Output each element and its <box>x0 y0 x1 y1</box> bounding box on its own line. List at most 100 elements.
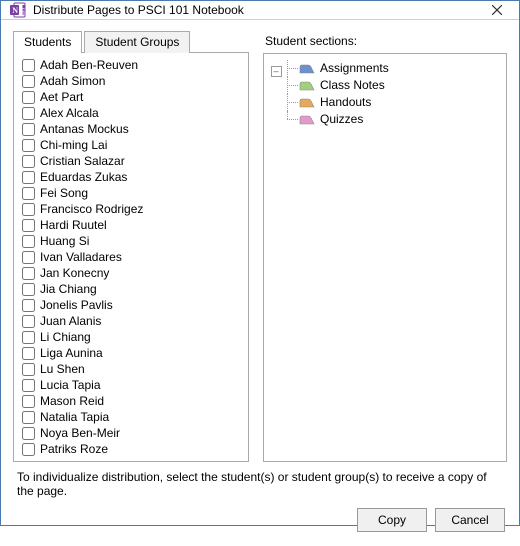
student-name: Aet Part <box>40 89 83 105</box>
student-name: Mason Reid <box>40 393 104 409</box>
svg-text:N: N <box>12 6 18 15</box>
student-row[interactable]: Huang Si <box>16 233 246 249</box>
student-row[interactable]: Chi-ming Lai <box>16 137 246 153</box>
student-checkbox[interactable] <box>22 315 35 328</box>
student-row[interactable]: Hardi Ruutel <box>16 217 246 233</box>
student-name: Natalia Tapia <box>40 409 109 425</box>
tree-expander-column: – <box>268 60 284 77</box>
student-row[interactable]: Alex Alcala <box>16 105 246 121</box>
student-checkbox[interactable] <box>22 123 35 136</box>
content-row: Students Student Groups Adah Ben-ReuvenA… <box>13 30 507 462</box>
student-name: Alex Alcala <box>40 105 99 121</box>
student-checkbox[interactable] <box>22 331 35 344</box>
student-row[interactable]: Juan Alanis <box>16 313 246 329</box>
student-row[interactable]: Lucia Tapia <box>16 377 246 393</box>
tree-collapse-icon[interactable]: – <box>271 66 282 77</box>
student-checkbox[interactable] <box>22 267 35 280</box>
student-name: Patriks Roze <box>40 441 108 457</box>
student-checkbox[interactable] <box>22 283 35 296</box>
tree-connector <box>284 111 298 128</box>
section-tab-icon <box>298 114 316 126</box>
copy-button[interactable]: Copy <box>357 508 427 532</box>
titlebar: N Distribute Pages to PSCI 101 Notebook <box>1 1 519 20</box>
student-row[interactable]: Liga Aunina <box>16 345 246 361</box>
student-row[interactable]: Jia Chiang <box>16 281 246 297</box>
student-checkbox[interactable] <box>22 347 35 360</box>
student-row[interactable]: Natalia Tapia <box>16 409 246 425</box>
student-checkbox[interactable] <box>22 139 35 152</box>
tab-students[interactable]: Students <box>13 31 82 53</box>
student-row[interactable]: Ivan Valladares <box>16 249 246 265</box>
section-label: Assignments <box>320 60 389 77</box>
student-name: Antanas Mockus <box>40 121 129 137</box>
sections-panel: – AssignmentsClass NotesHandoutsQuizzes <box>263 53 507 462</box>
student-name: Noya Ben-Meir <box>40 425 120 441</box>
section-tab-icon <box>298 63 316 75</box>
student-row[interactable]: Li Chiang <box>16 329 246 345</box>
cancel-button[interactable]: Cancel <box>435 508 505 532</box>
section-item[interactable]: Quizzes <box>284 111 502 128</box>
student-checkbox[interactable] <box>22 411 35 424</box>
student-checkbox[interactable] <box>22 395 35 408</box>
student-name: Jan Konecny <box>40 265 109 281</box>
student-checkbox[interactable] <box>22 203 35 216</box>
student-row[interactable]: Aet Part <box>16 89 246 105</box>
student-name: Fei Song <box>40 185 88 201</box>
student-checkbox[interactable] <box>22 427 35 440</box>
student-checkbox[interactable] <box>22 107 35 120</box>
student-checkbox[interactable] <box>22 59 35 72</box>
student-name: Ivan Valladares <box>40 249 122 265</box>
student-name: Adah Ben-Reuven <box>40 57 138 73</box>
student-checkbox[interactable] <box>22 251 35 264</box>
footer-buttons: Copy Cancel <box>13 508 507 534</box>
student-row[interactable]: Adah Ben-Reuven <box>16 57 246 73</box>
student-row[interactable]: Francisco Rodrigez <box>16 201 246 217</box>
right-column: Student sections: – AssignmentsClass Not… <box>263 30 507 462</box>
section-item[interactable]: Handouts <box>284 94 502 111</box>
student-checkbox[interactable] <box>22 299 35 312</box>
student-name: Cristian Salazar <box>40 153 125 169</box>
student-list[interactable]: Adah Ben-ReuvenAdah SimonAet PartAlex Al… <box>14 53 248 461</box>
student-checkbox[interactable] <box>22 171 35 184</box>
student-row[interactable]: Adah Simon <box>16 73 246 89</box>
student-row[interactable]: Eduardas Zukas <box>16 169 246 185</box>
student-row[interactable]: Cristian Salazar <box>16 153 246 169</box>
distribution-hint: To individualize distribution, select th… <box>13 462 507 508</box>
student-name: Lucia Tapia <box>40 377 101 393</box>
student-row[interactable]: Patriks Roze <box>16 441 246 457</box>
student-checkbox[interactable] <box>22 235 35 248</box>
tree-connector <box>284 60 298 77</box>
student-row[interactable]: Jan Konecny <box>16 265 246 281</box>
student-name: Huang Si <box>40 233 89 249</box>
tab-student-groups[interactable]: Student Groups <box>84 31 190 53</box>
student-checkbox[interactable] <box>22 91 35 104</box>
section-tab-icon <box>298 80 316 92</box>
dialog-body: Students Student Groups Adah Ben-ReuvenA… <box>1 20 519 546</box>
student-name: Li Chiang <box>40 329 91 345</box>
student-checkbox[interactable] <box>22 379 35 392</box>
student-name: Liga Aunina <box>40 345 103 361</box>
section-item[interactable]: Class Notes <box>284 77 502 94</box>
section-label: Class Notes <box>320 77 385 94</box>
student-row[interactable]: Mason Reid <box>16 393 246 409</box>
tree-connector <box>284 94 298 111</box>
student-name: Jonelis Pavlis <box>40 297 113 313</box>
student-row[interactable]: Antanas Mockus <box>16 121 246 137</box>
student-checkbox[interactable] <box>22 219 35 232</box>
student-row[interactable]: Noya Ben-Meir <box>16 425 246 441</box>
student-checkbox[interactable] <box>22 363 35 376</box>
student-row[interactable]: Fei Song <box>16 185 246 201</box>
student-row[interactable]: Jonelis Pavlis <box>16 297 246 313</box>
student-name: Lu Shen <box>40 361 85 377</box>
student-checkbox[interactable] <box>22 443 35 456</box>
student-checkbox[interactable] <box>22 187 35 200</box>
section-item[interactable]: Assignments <box>284 60 502 77</box>
tree-connector <box>284 77 298 94</box>
sections-label: Student sections: <box>263 30 507 53</box>
student-checkbox[interactable] <box>22 155 35 168</box>
close-button[interactable] <box>475 1 519 19</box>
student-checkbox[interactable] <box>22 75 35 88</box>
student-row[interactable]: Lu Shen <box>16 361 246 377</box>
student-name: Adah Simon <box>40 73 105 89</box>
section-label: Quizzes <box>320 111 363 128</box>
